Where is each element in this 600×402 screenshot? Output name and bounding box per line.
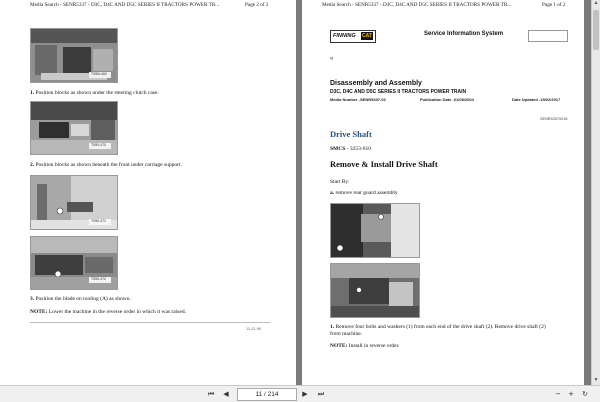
left-header-page: Page 2 of 2: [245, 2, 269, 8]
photo-drive-shaft-view-2: [330, 263, 420, 318]
next-page-icon[interactable]: ▶: [300, 389, 310, 399]
photo-drive-shaft-view-1: [330, 203, 420, 258]
previous-page-icon[interactable]: ◀: [221, 389, 231, 399]
left-step-2: 2. Position blocks as shown beneath the …: [30, 162, 182, 168]
right-step-1: 1. Remove four bolts and washers (1) fro…: [330, 324, 546, 330]
service-info-system-title: Service Information System: [424, 31, 504, 37]
right-header-page: Page 1 of 2: [542, 2, 566, 8]
scroll-up-icon[interactable]: ▲: [593, 1, 599, 7]
vertical-scrollbar[interactable]: ▲ ▼: [591, 0, 600, 385]
left-footer-rule: [30, 322, 270, 323]
smcs-line: SMCS - 3253-010: [330, 146, 371, 152]
photo-3-tag: T050-471: [91, 219, 106, 223]
right-note: NOTE: Install in reverse order.: [330, 343, 400, 349]
left-note: NOTE: Lower the machine in the reverse o…: [30, 309, 186, 315]
right-note-text: Install in reverse order.: [347, 343, 400, 349]
finning-cat-logo: FINNING CAT: [330, 30, 376, 43]
start-by-item-text: remove rear guard assembly: [334, 190, 398, 196]
left-step-1: 1. Position blocks as shown under the st…: [30, 90, 159, 96]
start-by-label: Start By:: [330, 179, 350, 185]
doc-subtitle: D3C, D4C AND D5C SERIES II TRACTORS POWE…: [330, 89, 467, 95]
right-step-1-text: Remove four bolts and washers (1) from e…: [334, 324, 546, 330]
left-note-label: NOTE:: [30, 309, 48, 315]
smcs-value: - 3253-010: [345, 146, 371, 152]
publication-date: Publication Date -01/08/2004: [420, 97, 474, 102]
finning-logo-text: FINNING: [333, 33, 356, 39]
scroll-thumb[interactable]: [593, 10, 599, 50]
doc-id: SENR53370016: [540, 117, 568, 121]
left-step-3-text: Position the blade on tooling (A) as sho…: [34, 296, 131, 302]
rotate-icon[interactable]: ↻: [580, 389, 590, 399]
cat-logo-text: CAT: [362, 33, 372, 39]
media-number: Media Number -SENR5337-02: [330, 97, 386, 102]
left-header-title: Media Search - SENR5337 - D3C, D4C AND D…: [30, 2, 220, 8]
left-page: Media Search - SENR5337 - D3C, D4C AND D…: [0, 0, 296, 385]
zoom-in-icon[interactable]: +: [566, 389, 576, 399]
page-number-input[interactable]: 11 / 214: [237, 388, 297, 401]
scroll-down-icon[interactable]: ▼: [593, 378, 599, 384]
left-step-3: 3. Position the blade on tooling (A) as …: [30, 296, 131, 302]
right-note-label: NOTE:: [330, 343, 348, 349]
left-step-2-text: Position blocks as shown beneath the fro…: [34, 162, 182, 168]
left-step-1-text: Position blocks as shown under the steer…: [34, 90, 159, 96]
doc-title: Disassembly and Assembly: [330, 80, 422, 87]
back-marker-icon[interactable]: «: [330, 56, 333, 62]
date-updated: Date Updated -15/02/2017: [512, 97, 561, 102]
right-header-title: Media Search - SENR5337 - D3C, D4C AND D…: [322, 2, 512, 8]
last-page-icon[interactable]: ⏭: [316, 389, 326, 399]
photo-2-tag: T050-470: [91, 143, 106, 147]
photo-1-tag: T05M-460: [91, 72, 107, 76]
right-page: Media Search - SENR5337 - D3C, D4C AND D…: [302, 0, 584, 385]
left-footer-stamp: 11-21-99: [246, 327, 261, 331]
photo-undercarriage-blocks: T050-470: [30, 101, 118, 155]
photo-blade-lowered: T050-472: [30, 236, 118, 290]
search-box[interactable]: [528, 30, 568, 42]
procedure-title: Remove & Install Drive Shaft: [330, 159, 438, 169]
first-page-icon[interactable]: ⏮: [206, 389, 216, 399]
zoom-out-icon[interactable]: −: [553, 389, 563, 399]
smcs-label: SMCS: [330, 146, 346, 152]
right-step-1-cont: from machine.: [330, 331, 363, 337]
photo-blade-tooling: T050-471: [30, 175, 118, 230]
cat-logo-badge: CAT: [361, 32, 373, 40]
left-note-text: Lower the machine in the reverse order i…: [47, 309, 186, 315]
photo-4-tag: T050-472: [91, 277, 106, 281]
start-by-item: a. remove rear guard assembly: [330, 190, 398, 196]
photo-steering-clutch-blocks: T05M-460: [30, 28, 118, 83]
page-navigation-toolbar: ⏮ ◀ 11 / 214 ▶ ⏭ − + ↻: [0, 385, 600, 402]
section-title: Drive Shaft: [330, 129, 372, 139]
